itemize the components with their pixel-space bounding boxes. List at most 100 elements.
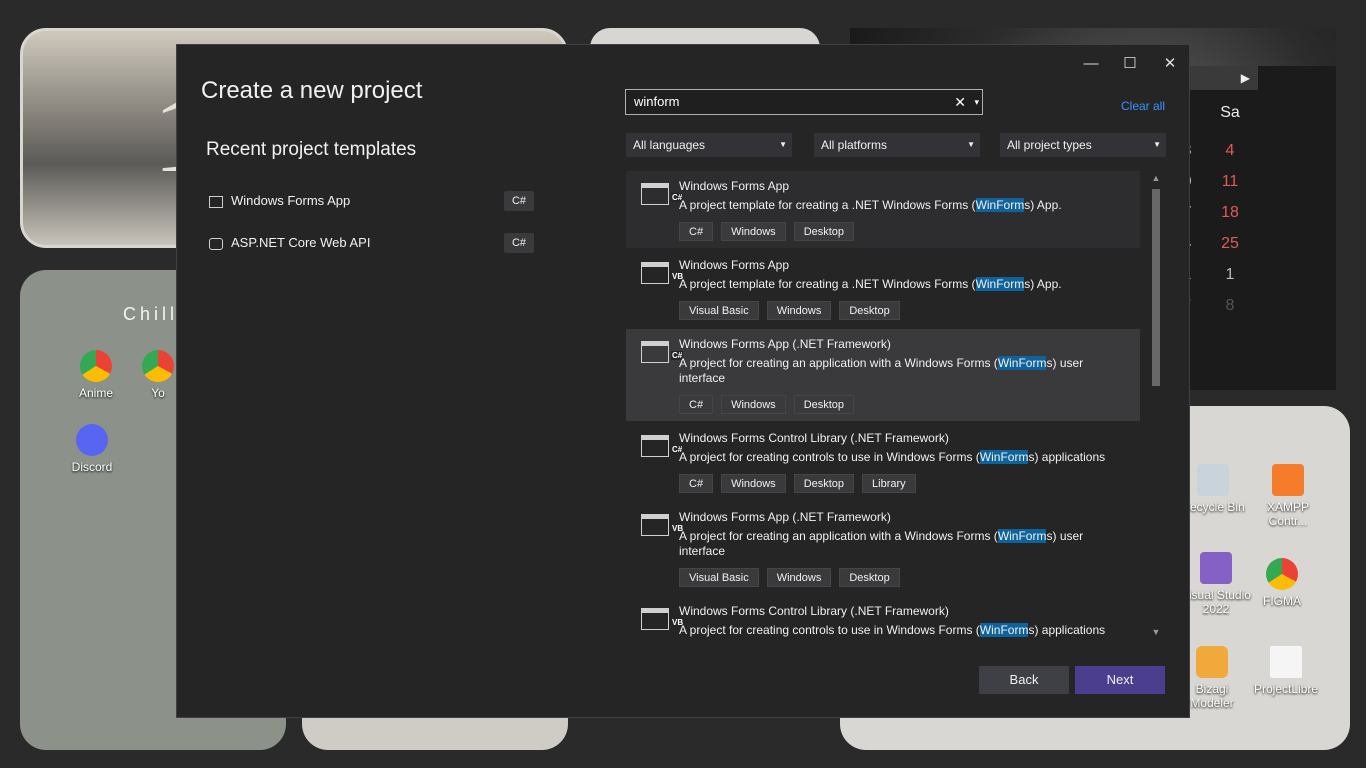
calendar-widget: ▶ r Sa 340117184251178 xyxy=(1180,66,1336,390)
template-description: A project template for creating a .NET W… xyxy=(679,277,1119,292)
search-highlight: WinForm xyxy=(997,529,1047,543)
recent-template-name: Windows Forms App xyxy=(231,193,351,208)
desktop-icon-discord[interactable]: Discord xyxy=(47,424,137,474)
clear-search-icon[interactable]: ✕ xyxy=(954,90,966,114)
calendar-header: Sa xyxy=(1220,104,1240,121)
template-tags: Visual Basic Windows Desktop xyxy=(679,301,900,320)
filter-value: All languages xyxy=(633,138,706,152)
template-tags: C# Windows Desktop xyxy=(679,395,855,414)
tag-chip: Desktop xyxy=(793,395,855,414)
template-tags: C# Windows Desktop xyxy=(679,222,855,241)
project-type-filter[interactable]: All project types ▼ xyxy=(1000,133,1166,157)
tag-chip: Library xyxy=(862,474,916,493)
back-button[interactable]: Back xyxy=(979,666,1069,694)
template-search-input[interactable]: winform ✕ ▾ xyxy=(625,89,983,115)
scroll-up-icon[interactable]: ▲ xyxy=(1149,173,1163,183)
description-text: A project for creating an application wi… xyxy=(679,356,998,370)
chevron-down-icon: ▼ xyxy=(779,140,787,149)
description-text: s) App. xyxy=(1024,277,1062,291)
template-description: A project for creating an application wi… xyxy=(679,529,1119,559)
tag-chip: Windows xyxy=(766,301,832,320)
template-description: A project for creating controls to use i… xyxy=(679,623,1119,638)
form-template-icon: VB xyxy=(641,262,685,284)
template-item[interactable]: C# Windows Forms App (.NET Framework) A pr… xyxy=(626,329,1140,421)
calendar-day: 25 xyxy=(1221,235,1239,252)
calendar-day: 8 xyxy=(1225,297,1235,314)
scroll-down-icon[interactable]: ▼ xyxy=(1149,627,1163,637)
template-name: Windows Forms App xyxy=(679,179,790,193)
search-highlight: WinForm xyxy=(979,450,1029,464)
desktop-icon-label: Discord xyxy=(71,460,113,474)
template-item[interactable]: VB Windows Forms App (.NET Framework) A pr… xyxy=(626,502,1140,594)
chrome-icon xyxy=(142,350,174,382)
desktop-icon-label: Bizagi Modeler xyxy=(1190,682,1234,710)
search-history-dropdown-icon[interactable]: ▾ xyxy=(974,90,979,114)
calendar-next-icon[interactable]: ▶ xyxy=(1186,66,1258,90)
tag-chip: Windows xyxy=(721,395,786,414)
platform-filter[interactable]: All platforms ▼ xyxy=(814,133,980,157)
description-text: s) applications xyxy=(1028,623,1106,637)
description-text: A project for creating controls to use i… xyxy=(679,623,980,637)
desktop-icon-label: Anime xyxy=(78,386,113,400)
template-tags: Visual Basic Windows Desktop xyxy=(679,568,900,587)
tag-chip: Desktop xyxy=(839,568,900,587)
template-description: A project for creating controls to use i… xyxy=(679,450,1119,465)
desktop-icon-label: ProjectLibre xyxy=(1253,682,1319,696)
description-text: A project for creating controls to use i… xyxy=(679,450,980,464)
chevron-down-icon: ▼ xyxy=(1153,140,1161,149)
tag-chip: Desktop xyxy=(839,301,900,320)
desktop-icon-label: Visual Studio 2022 xyxy=(1181,588,1251,616)
discord-icon xyxy=(76,424,108,456)
dialog-title: Create a new project xyxy=(201,77,423,104)
template-item[interactable]: VB Windows Forms App A project template fo… xyxy=(626,250,1140,327)
language-tag: C# xyxy=(503,233,534,253)
description-text: A project for creating an application wi… xyxy=(679,529,998,543)
recent-template-item[interactable]: Windows Forms App C# xyxy=(209,190,534,212)
maximize-button[interactable]: ☐ xyxy=(1112,51,1148,77)
search-highlight: WinForm xyxy=(975,277,1025,291)
tag-chip: C# xyxy=(679,395,714,414)
recent-template-item[interactable]: ASP.NET Core Web API C# xyxy=(209,232,534,254)
desktop-icon-label: Yo xyxy=(151,386,165,400)
desktop-icon-label: XAMPP Contr... xyxy=(1266,500,1309,528)
recycle-bin-icon xyxy=(1197,464,1229,496)
tag-chip: Windows xyxy=(766,568,832,587)
calendar-day: 1 xyxy=(1225,266,1235,283)
description-text: s) applications xyxy=(1028,450,1106,464)
minimize-button[interactable]: — xyxy=(1073,51,1109,77)
search-value: winform xyxy=(634,94,680,109)
chrome-icon xyxy=(80,350,112,382)
template-name: Windows Forms Control Library (.NET Fram… xyxy=(679,604,949,618)
desktop-icon-label: Recycle Bin xyxy=(1181,500,1245,514)
close-button[interactable]: ✕ xyxy=(1152,51,1188,77)
tag-chip: Desktop xyxy=(793,474,855,493)
template-name: Windows Forms App xyxy=(679,258,790,272)
calendar-day: 11 xyxy=(1221,173,1239,190)
next-button[interactable]: Next xyxy=(1075,666,1165,694)
template-item[interactable]: C# Windows Forms App A project template fo… xyxy=(626,171,1140,248)
scrollbar-thumb[interactable] xyxy=(1152,189,1160,386)
template-name: Windows Forms App (.NET Framework) xyxy=(679,337,891,351)
template-description: A project for creating an application wi… xyxy=(679,356,1119,386)
desktop-icon-xampp[interactable]: XAMPP Contr... xyxy=(1250,464,1326,528)
recent-templates-heading: Recent project templates xyxy=(206,139,417,160)
filter-value: All project types xyxy=(1007,138,1092,152)
template-list-scrollbar[interactable]: ▲ ▼ xyxy=(1149,173,1163,639)
description-text: s) App. xyxy=(1024,198,1062,212)
chevron-down-icon: ▼ xyxy=(967,140,975,149)
widget-title: Chill xyxy=(123,304,179,324)
language-filter[interactable]: All languages ▼ xyxy=(626,133,792,157)
clear-all-link[interactable]: Clear all xyxy=(1121,99,1165,113)
template-item[interactable]: C# Windows Forms Control Library (.NET Fr… xyxy=(626,423,1140,500)
desktop-icon-label: FIGMA xyxy=(1263,594,1301,608)
tag-chip: Windows xyxy=(721,474,786,493)
desktop-icon-projectlibre[interactable]: ProjectLibre xyxy=(1248,646,1324,696)
desktop-icon-figma[interactable]: FIGMA xyxy=(1244,558,1320,608)
form-template-icon: VB xyxy=(641,608,685,630)
tag-chip: C# xyxy=(679,474,714,493)
template-item[interactable]: VB Windows Forms Control Library (.NET Fr… xyxy=(626,596,1140,639)
template-list: C# Windows Forms App A project template fo… xyxy=(626,171,1140,639)
description-text: A project template for creating a .NET W… xyxy=(679,198,976,212)
search-highlight: WinForm xyxy=(975,198,1025,212)
form-template-icon: C# xyxy=(641,435,684,457)
